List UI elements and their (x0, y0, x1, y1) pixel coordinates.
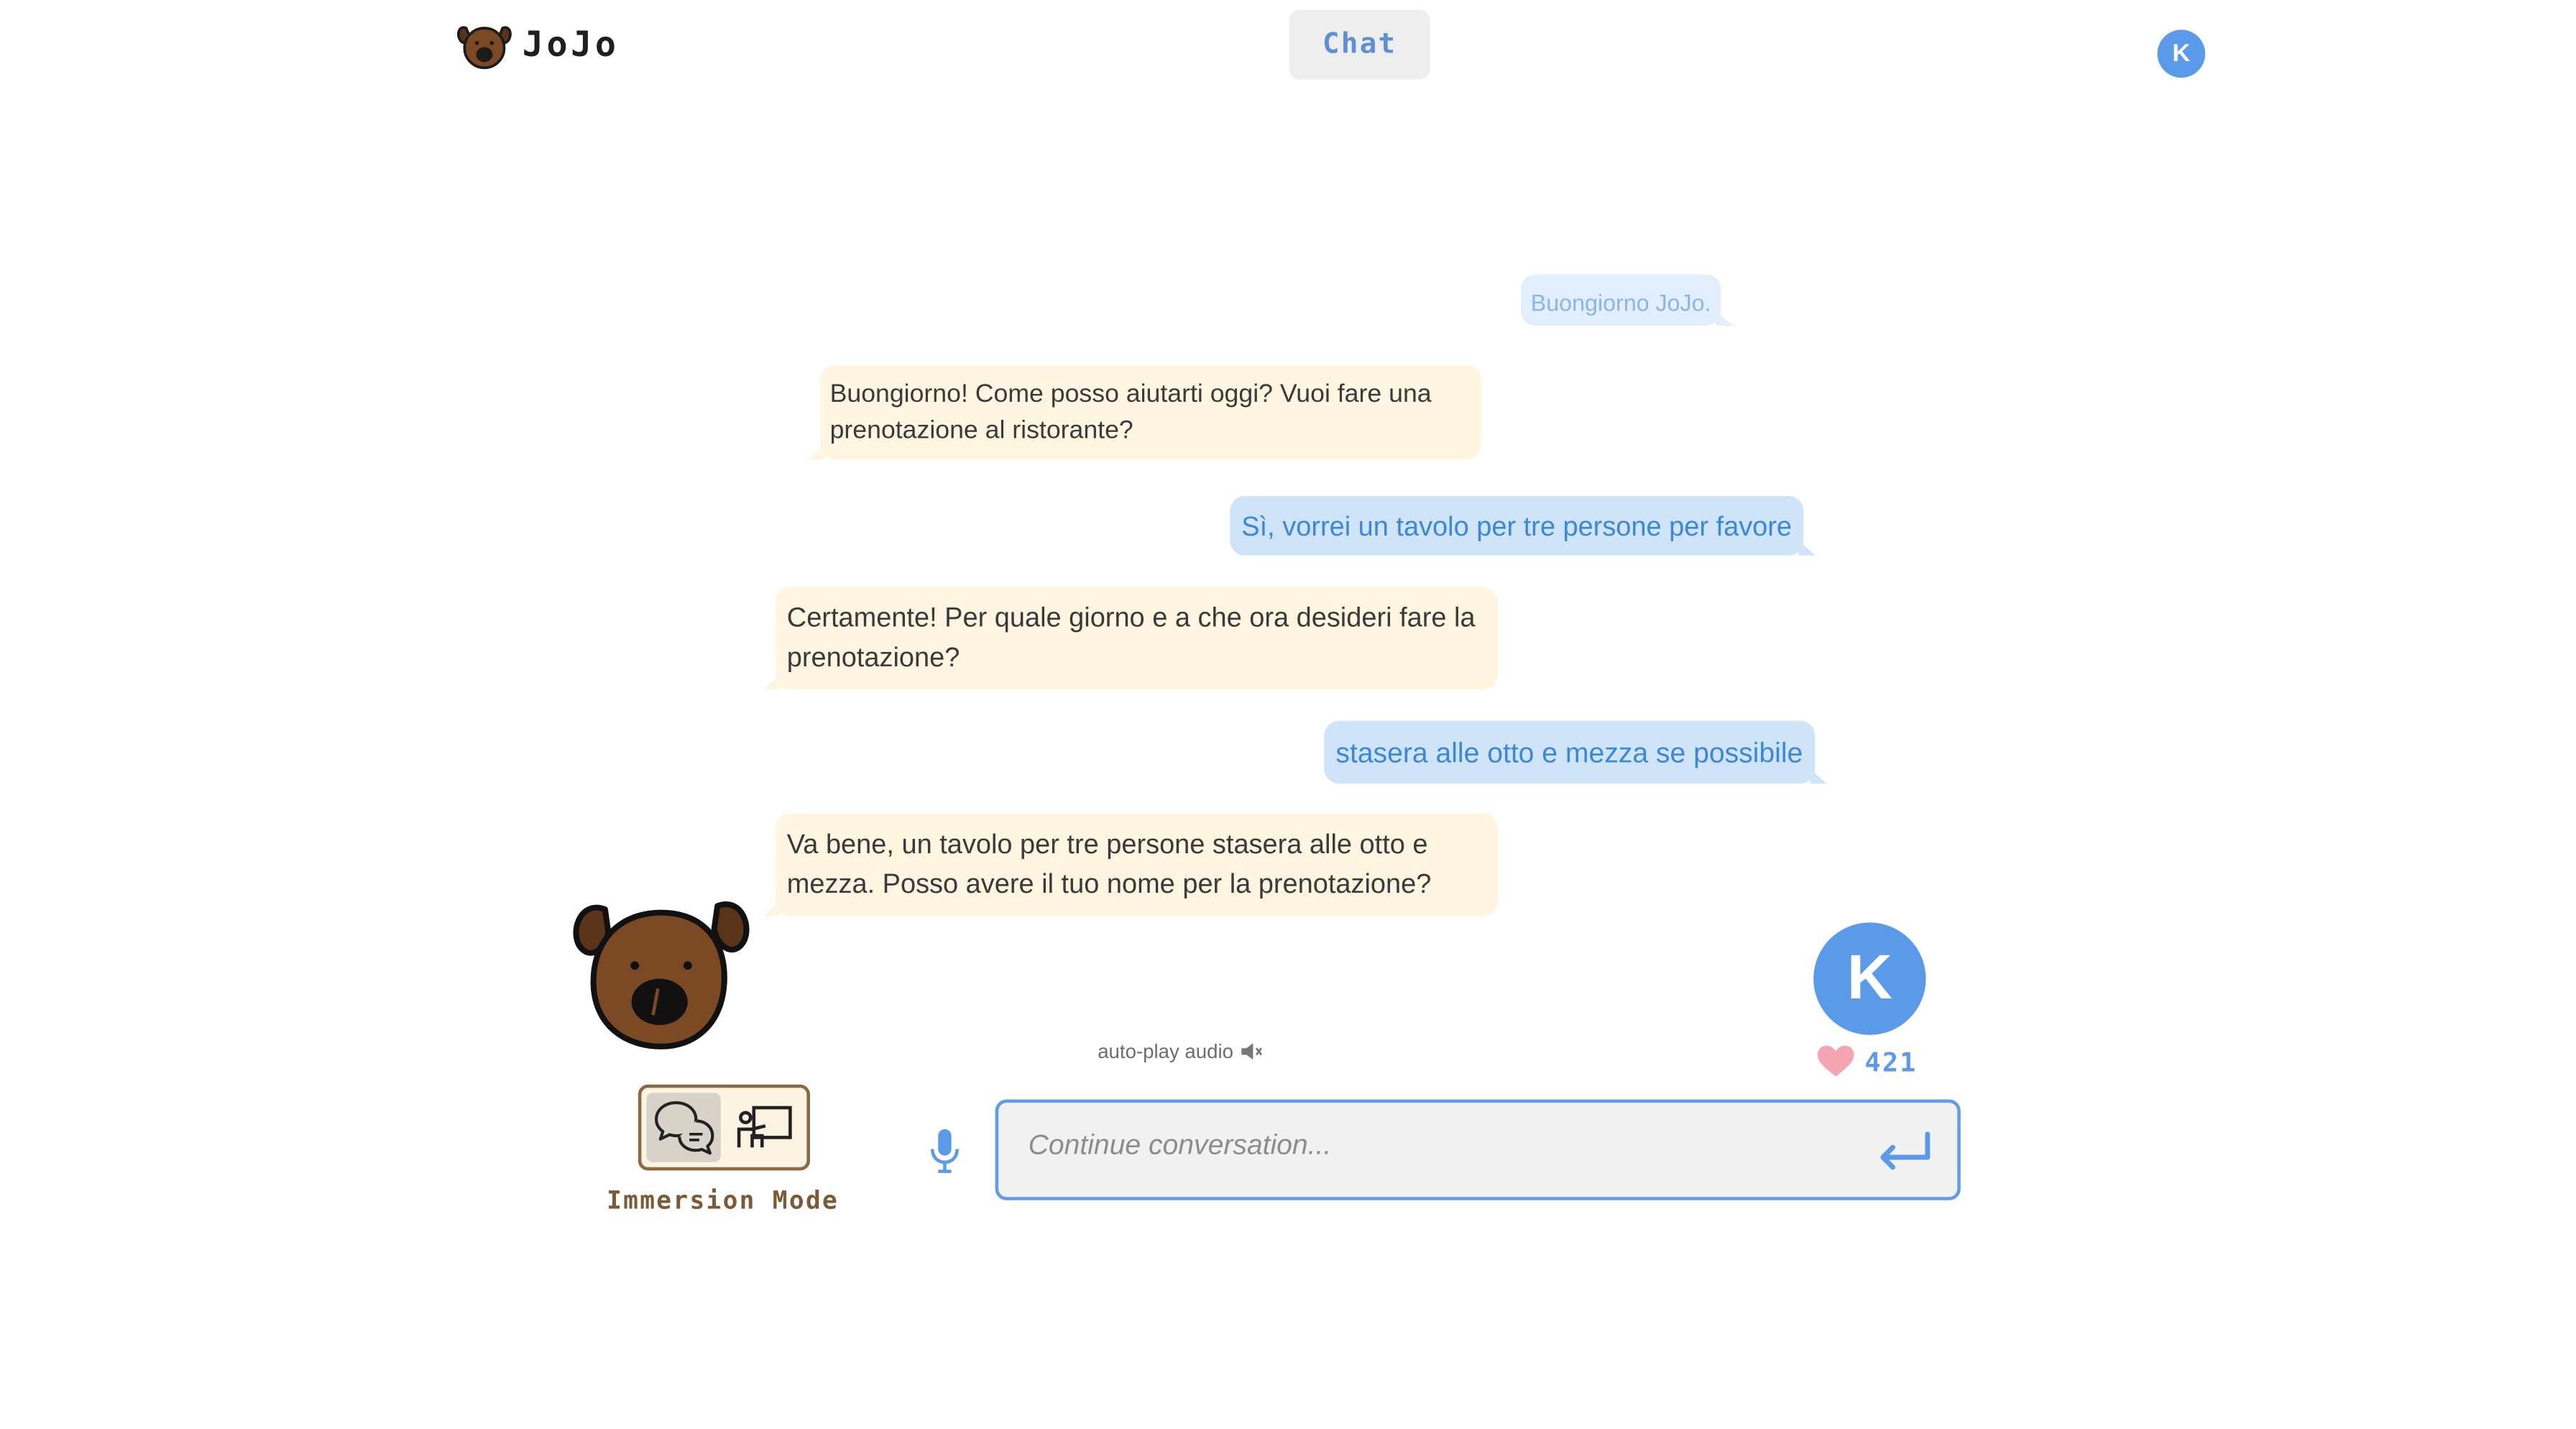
tab-chat[interactable]: Chat (1289, 9, 1430, 80)
microphone-icon (930, 1129, 959, 1173)
heart-count: 421 (1864, 1045, 1918, 1078)
heart-counter: 421 (1817, 1045, 1918, 1078)
app-logo[interactable]: JoJo (456, 18, 620, 71)
chat-bubbles-icon (653, 1101, 714, 1155)
user-avatar[interactable]: K (1813, 922, 1926, 1035)
logo-text: JoJo (522, 24, 620, 65)
mode-toggle-label: Immersion Mode (607, 1185, 840, 1216)
speaker-muted-icon (1241, 1043, 1263, 1060)
immersion-mode-toggle[interactable] (638, 1084, 810, 1171)
heart-icon (1817, 1045, 1854, 1077)
teacher-mode-button[interactable] (727, 1093, 802, 1162)
user-message: Buongiorno JoJo. (1521, 274, 1733, 326)
message-input-box (995, 1099, 1961, 1200)
dog-mascot-icon (573, 901, 750, 1049)
header-user-avatar[interactable]: K (2157, 29, 2206, 78)
user-message: Sì, vorrei un tavolo per tre persone per… (1230, 496, 1816, 556)
enter-arrow-icon (1880, 1131, 1931, 1170)
teacher-board-icon (736, 1106, 791, 1148)
chat-mode-button[interactable] (646, 1093, 721, 1162)
message-input[interactable] (1025, 1122, 1859, 1170)
send-button[interactable] (1877, 1131, 1933, 1179)
bot-message: Certamente! Per quale giorno e a che ora… (763, 587, 1498, 690)
jojo-mascot (572, 893, 750, 1060)
autoplay-label: auto-play audio (1098, 1039, 1233, 1063)
autoplay-audio-toggle[interactable]: auto-play audio (1098, 1040, 1263, 1063)
bot-message: Buongiorno! Come posso aiutarti oggi? Vu… (808, 365, 1481, 460)
dog-logo-icon (456, 26, 512, 70)
microphone-button[interactable] (929, 1128, 961, 1182)
bot-message: Va bene, un tavolo per tre persone stase… (763, 813, 1498, 916)
user-message: stasera alle otto e mezza se possibile (1324, 720, 1826, 784)
